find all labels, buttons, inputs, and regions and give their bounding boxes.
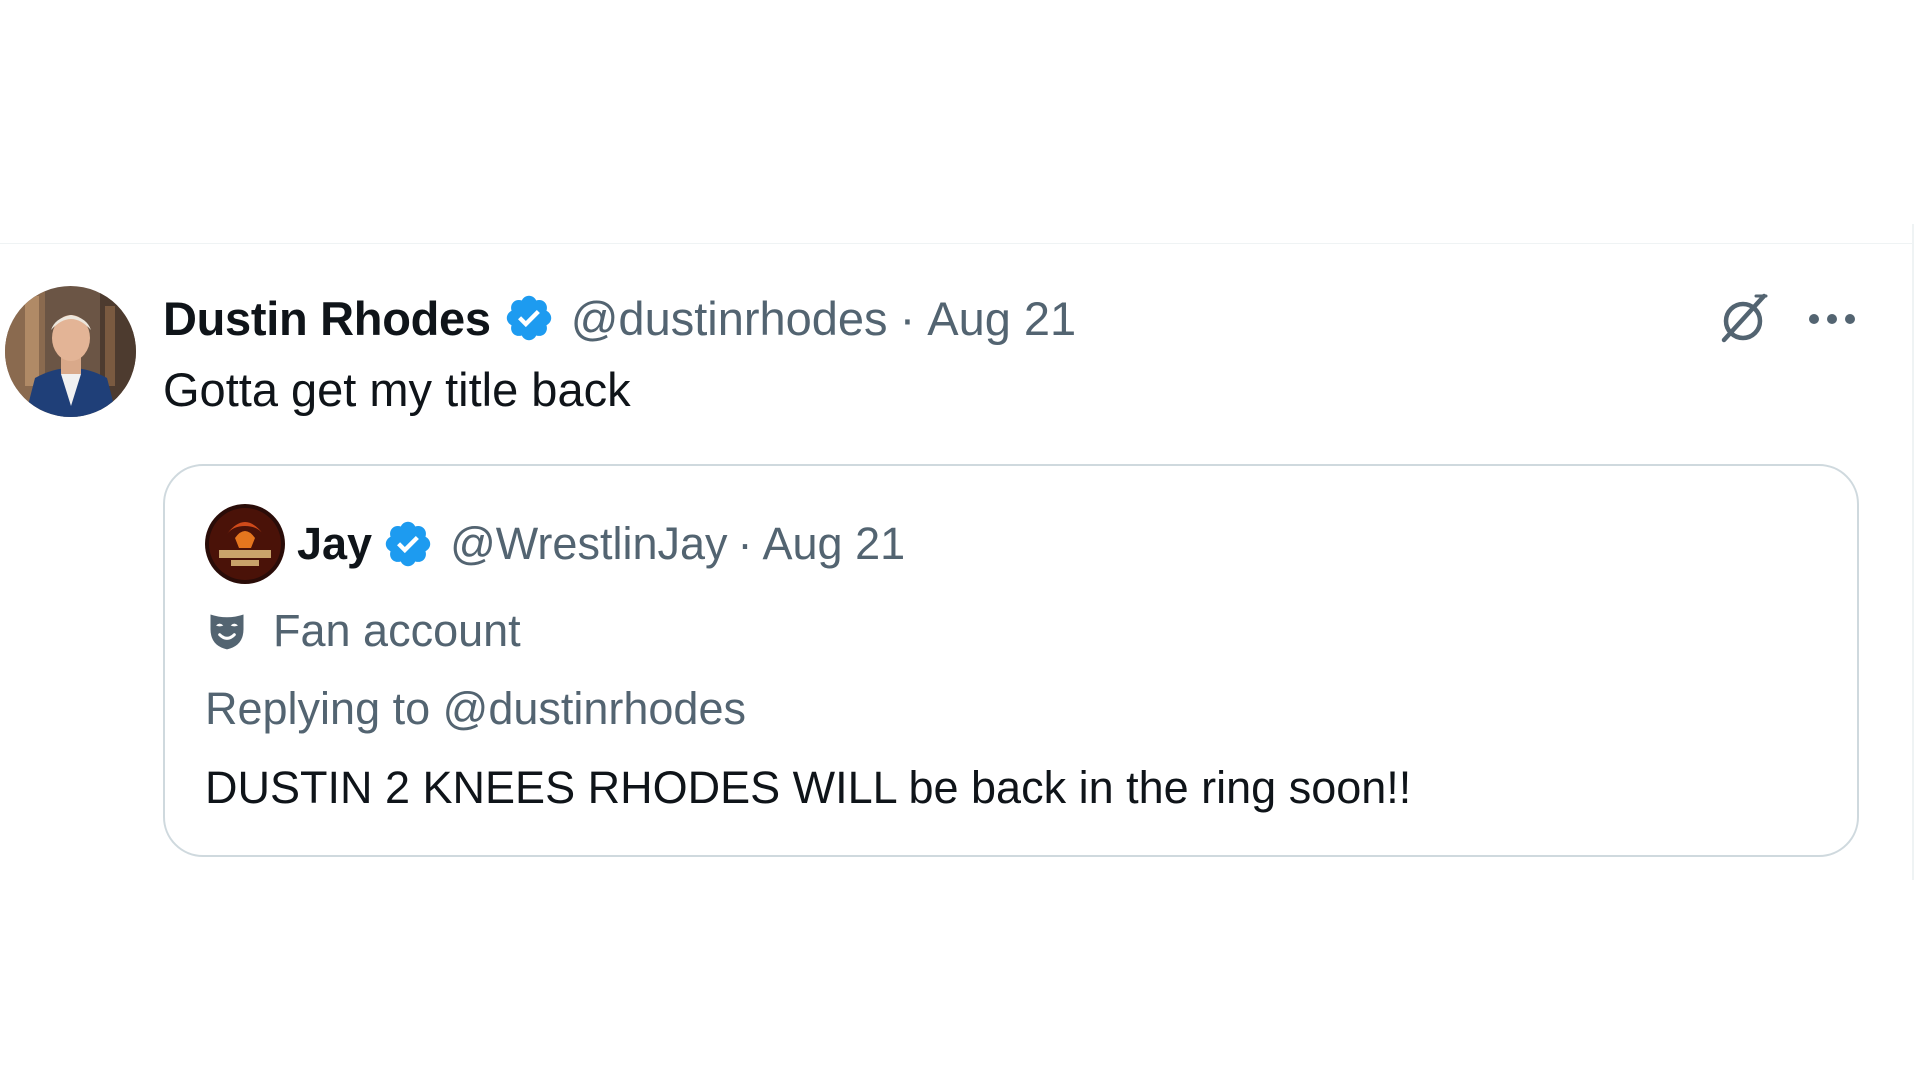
fan-account-label: Fan account — [205, 603, 521, 659]
quoted-tweet[interactable]: Jay @WrestlinJay · Aug 21 Fan account Re… — [163, 464, 1859, 857]
tweet[interactable]: Dustin Rhodes @dustinrhodes · Aug 21 Got… — [0, 244, 1912, 884]
grok-button[interactable] — [1712, 288, 1774, 350]
grok-slash-icon — [1721, 293, 1768, 343]
verified-badge-icon[interactable] — [503, 292, 555, 344]
avatar[interactable] — [5, 286, 136, 417]
more-options-icon — [1809, 314, 1855, 324]
tweet-screenshot: Dustin Rhodes @dustinrhodes · Aug 21 Got… — [0, 0, 1920, 1080]
quoted-author-name[interactable]: Jay — [297, 518, 372, 570]
fan-account-text: Fan account — [273, 605, 521, 656]
quoted-avatar-logo — [205, 504, 285, 584]
quoted-tweet-text: DUSTIN 2 KNEES RHODES WILL be back in th… — [205, 762, 1412, 813]
quoted-avatar[interactable] — [205, 504, 285, 584]
quoted-tweet-header: Jay @WrestlinJay · Aug 21 — [205, 504, 905, 584]
tweet-text: Gotta get my title back — [163, 363, 631, 416]
more-options-button[interactable] — [1800, 294, 1864, 344]
avatar-photo — [5, 286, 136, 417]
quoted-author-handle[interactable]: @WrestlinJay — [450, 518, 727, 570]
author-name[interactable]: Dustin Rhodes — [163, 291, 491, 346]
theater-mask-icon — [210, 614, 244, 650]
tweet-header: Dustin Rhodes @dustinrhodes · Aug 21 — [163, 290, 1076, 346]
tweet-timestamp[interactable]: Aug 21 — [927, 291, 1076, 346]
author-handle[interactable]: @dustinrhodes — [571, 291, 888, 346]
quoted-timestamp[interactable]: Aug 21 — [763, 518, 906, 570]
verified-badge-icon[interactable] — [382, 518, 434, 570]
replying-to[interactable]: Replying to @dustinrhodes — [205, 683, 746, 735]
separator-dot: · — [737, 518, 753, 569]
separator-dot: · — [899, 291, 916, 345]
divider — [1912, 224, 1914, 880]
